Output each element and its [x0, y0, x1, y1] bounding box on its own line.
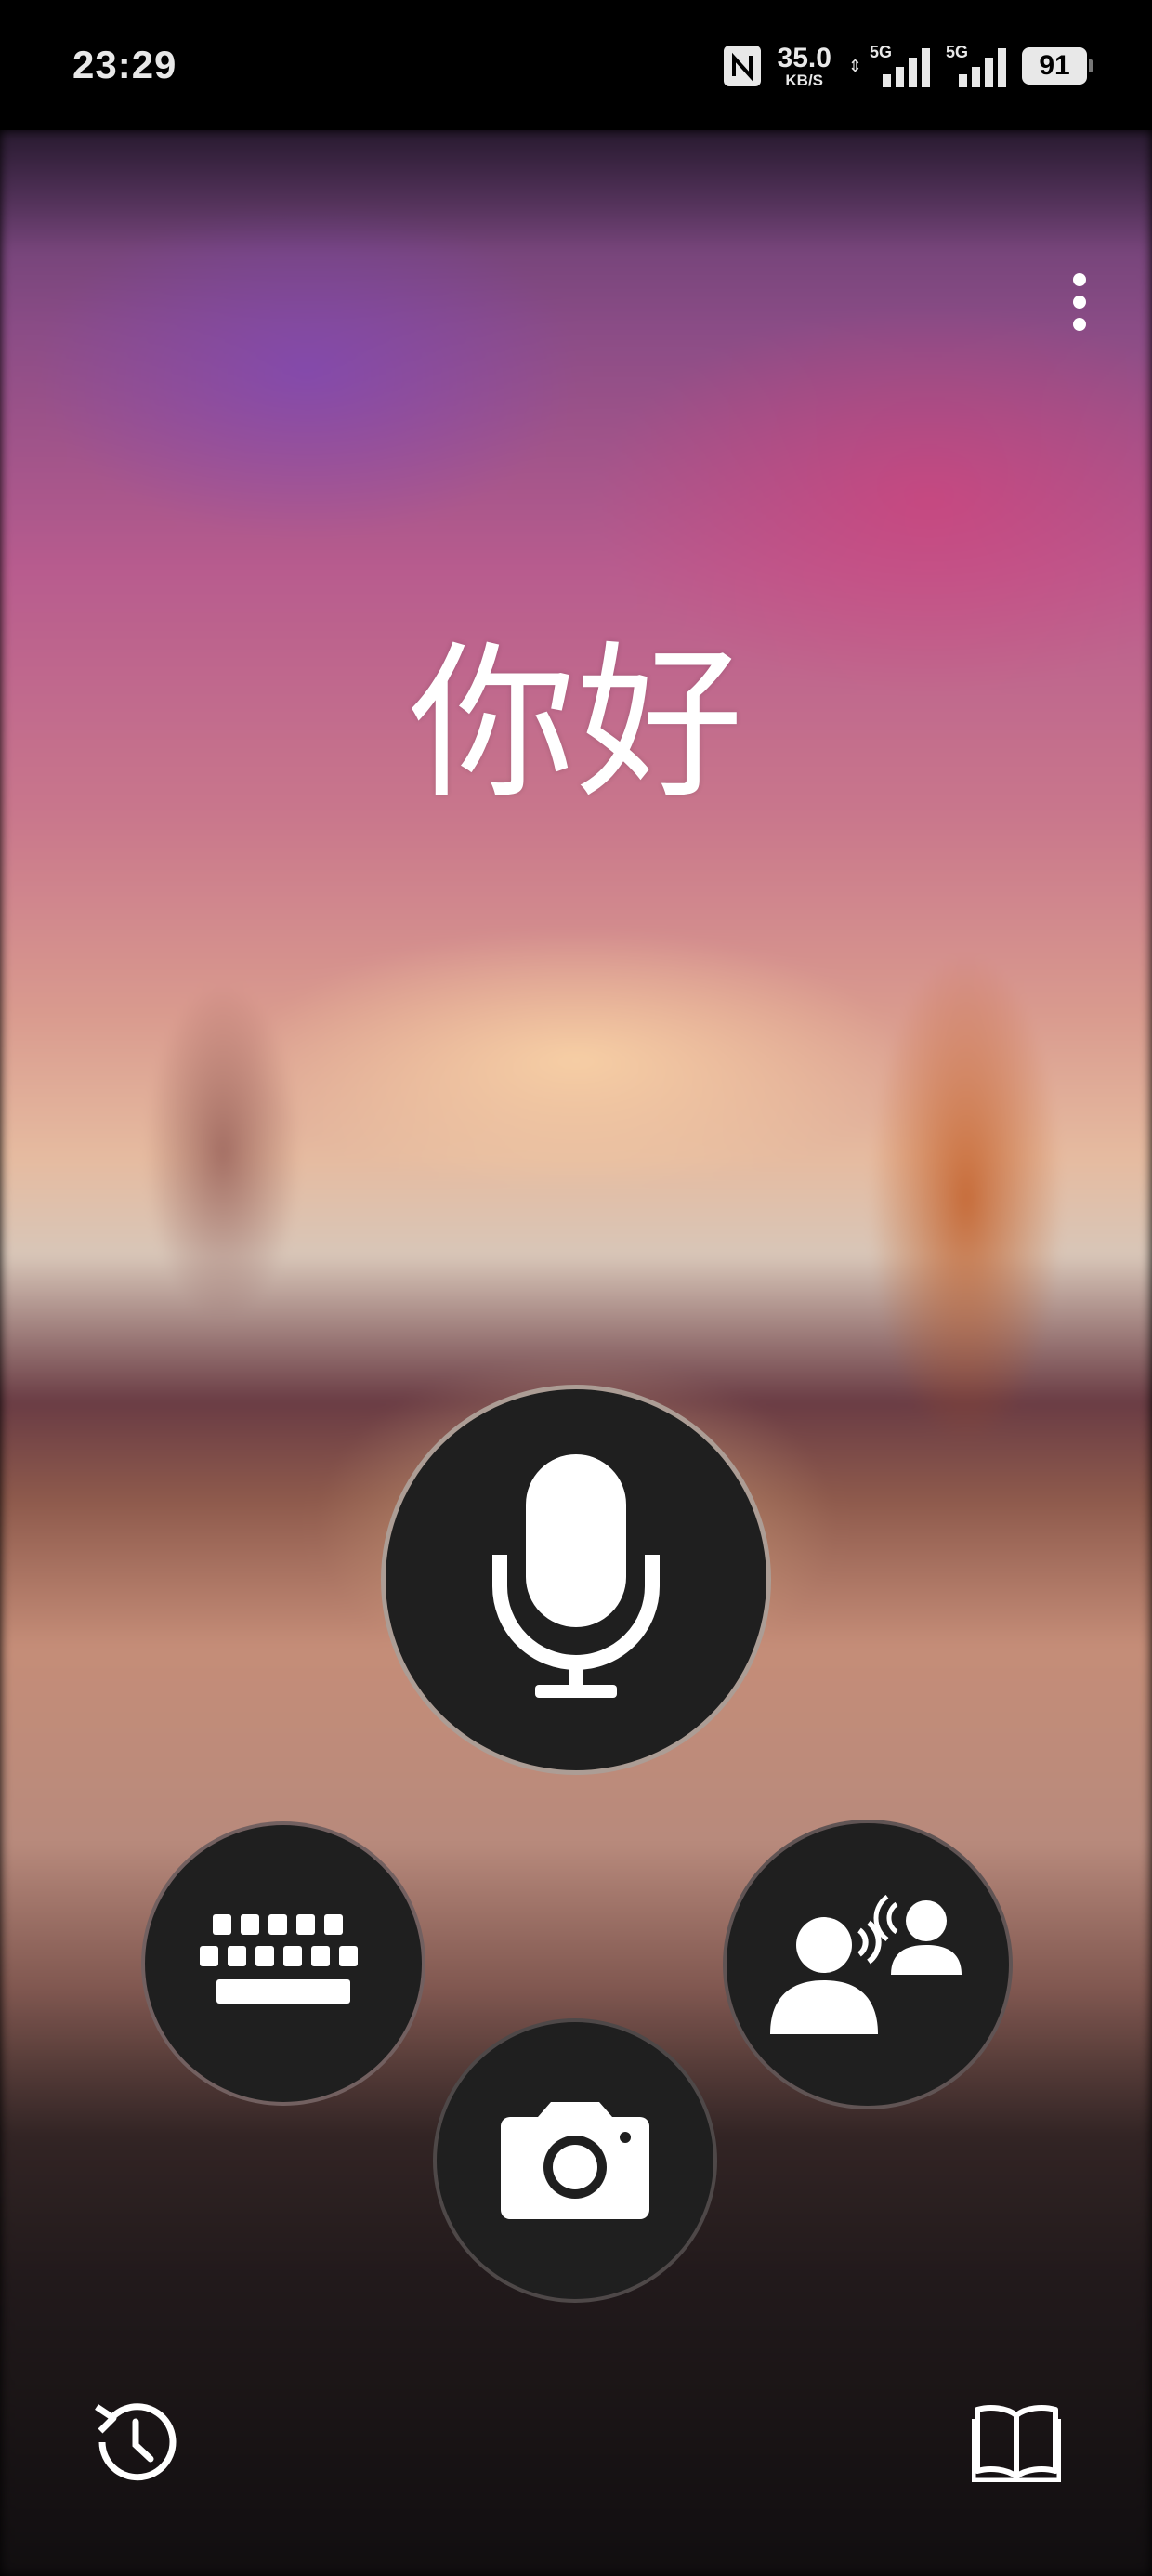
- status-time: 23:29: [72, 43, 177, 86]
- conversation-icon: [770, 1895, 962, 2034]
- network-speed: 35.0 KB/S: [777, 42, 831, 89]
- keyboard-icon: [200, 1914, 358, 2004]
- history-icon: [95, 2403, 177, 2481]
- keyboard-input-button[interactable]: [141, 1821, 425, 2106]
- network-type-label: 5G: [870, 43, 893, 61]
- network-speed-value: 35.0: [777, 42, 831, 73]
- status-bar: 23:29 35.0 KB/S ⇕ 5G 5G 91: [0, 0, 1152, 130]
- network-speed-unit: KB/S: [785, 71, 824, 89]
- more-options-button[interactable]: [1059, 265, 1100, 339]
- data-activity-icon: ⇕: [847, 56, 862, 75]
- camera-icon: [501, 2102, 649, 2219]
- signal-strength-icon-sim1: 5G: [870, 43, 930, 87]
- greeting-text: 你好: [408, 627, 743, 821]
- network-type-label: 5G: [946, 43, 969, 61]
- camera-button[interactable]: [433, 2018, 717, 2303]
- translator-screen: 23:29 35.0 KB/S ⇕ 5G 5G 91 你好: [0, 0, 1152, 2576]
- more-vertical-icon: [1073, 273, 1086, 286]
- conversation-button[interactable]: [723, 1820, 1013, 2109]
- microphone-icon: [492, 1454, 660, 1698]
- history-button[interactable]: [82, 2388, 190, 2496]
- signal-strength-icon-sim2: 5G: [946, 43, 1006, 87]
- book-icon: [972, 2405, 1061, 2482]
- battery-icon: 91: [1022, 47, 1093, 85]
- status-icons: 35.0 KB/S ⇕ 5G 5G 91: [723, 42, 1093, 89]
- nfc-icon: [723, 46, 761, 86]
- phrasebook-button[interactable]: [962, 2388, 1070, 2496]
- microphone-button[interactable]: [381, 1385, 771, 1775]
